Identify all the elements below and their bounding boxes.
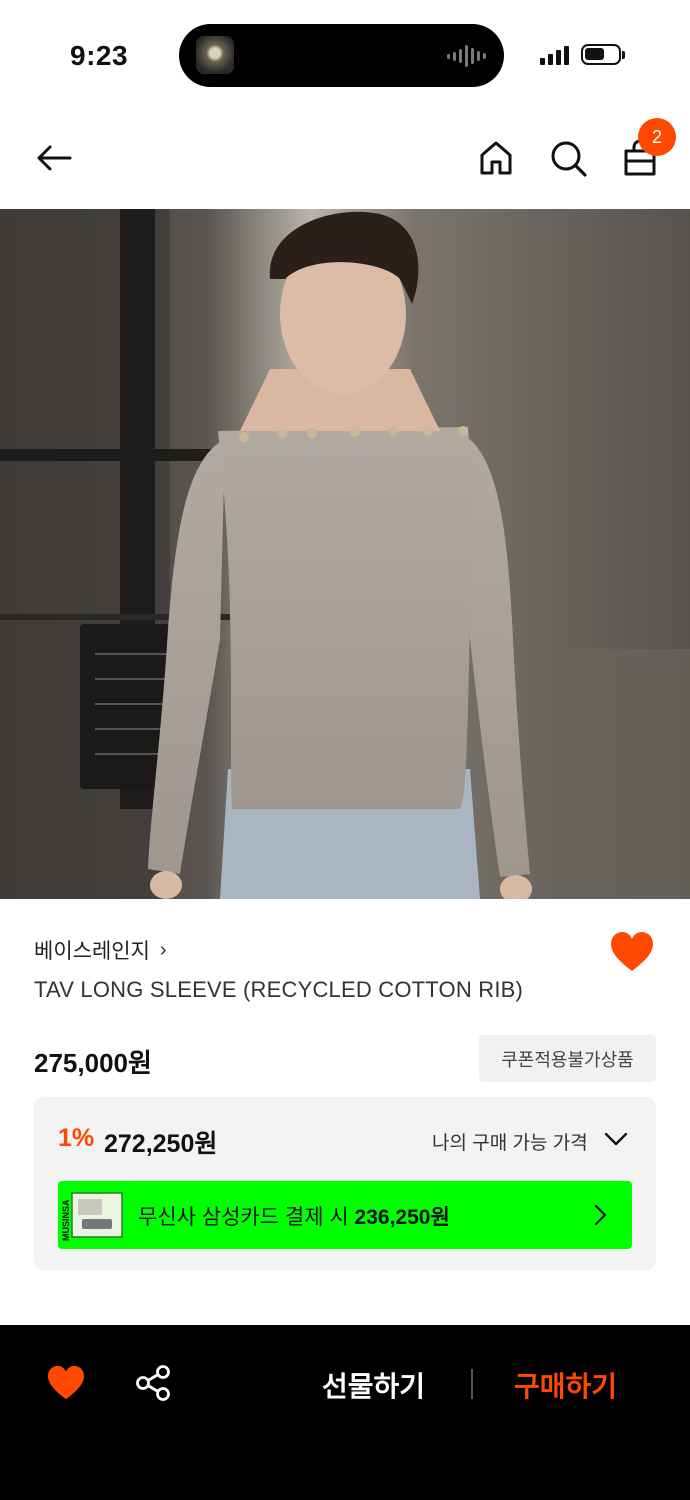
discount-price: 272,250원	[104, 1130, 218, 1158]
card-promo-thumbnail: MUSINSA	[62, 1187, 126, 1243]
my-price-toggle[interactable]: 나의 구매 가능 가격	[432, 1128, 588, 1155]
price-summary-box: 1% 272,250원 나의 구매 가능 가격 MUSINSA 무신사 삼성카드…	[34, 1097, 656, 1270]
bottom-action-bar: 선물하기 구매하기	[0, 1325, 690, 1500]
card-offer-prefix: 무신사 삼성카드 결제 시	[138, 1206, 349, 1229]
search-icon	[551, 141, 587, 177]
heart-icon	[48, 1365, 84, 1400]
product-image[interactable]	[0, 209, 690, 899]
product-photo	[0, 209, 690, 899]
gift-button[interactable]: 선물하기	[322, 1365, 425, 1405]
card-brand-text: MUSINSA	[62, 1199, 71, 1241]
card-offer-text: 무신사 삼성카드 결제 시 236,250원	[138, 1201, 450, 1231]
search-button[interactable]	[548, 138, 588, 178]
battery-icon	[581, 44, 621, 65]
share-icon	[136, 1365, 170, 1401]
chevron-right-icon: ›	[159, 938, 167, 961]
now-playing-artwork	[196, 36, 234, 74]
status-bar: 9:23	[0, 0, 690, 110]
cart-count-badge: 2	[638, 118, 676, 156]
brand-name: 베이스레인지	[34, 940, 150, 963]
share-button[interactable]	[134, 1364, 172, 1402]
coupon-unavailable-badge: 쿠폰적용불가상품	[479, 1035, 656, 1082]
chevron-down-icon[interactable]	[604, 1131, 628, 1147]
button-divider	[471, 1369, 473, 1399]
brand-link[interactable]: 베이스레인지 ›	[34, 935, 167, 965]
dynamic-island[interactable]	[179, 24, 504, 87]
discount-rate: 1%	[58, 1124, 95, 1152]
status-time: 9:23	[70, 40, 129, 71]
audio-wave-icon	[447, 44, 486, 68]
wishlist-button[interactable]	[609, 931, 655, 973]
product-title: TAV LONG SLEEVE (RECYCLED COTTON RIB)	[34, 977, 524, 1002]
home-button[interactable]	[476, 138, 516, 178]
card-offer-price: 236,250원	[354, 1206, 450, 1229]
arrow-left-icon	[37, 145, 72, 171]
buy-button[interactable]: 구매하기	[514, 1365, 617, 1405]
cellular-signal-icon	[540, 45, 569, 65]
back-button[interactable]	[34, 138, 74, 178]
home-icon	[480, 141, 512, 175]
chevron-right-icon	[594, 1204, 607, 1226]
battery-cap	[622, 51, 625, 59]
bottom-like-button[interactable]	[46, 1365, 86, 1401]
app-header	[0, 110, 690, 210]
original-price: 275,000원	[34, 1048, 152, 1078]
heart-icon	[611, 932, 653, 971]
card-offer-banner[interactable]: MUSINSA 무신사 삼성카드 결제 시 236,250원	[58, 1181, 632, 1249]
